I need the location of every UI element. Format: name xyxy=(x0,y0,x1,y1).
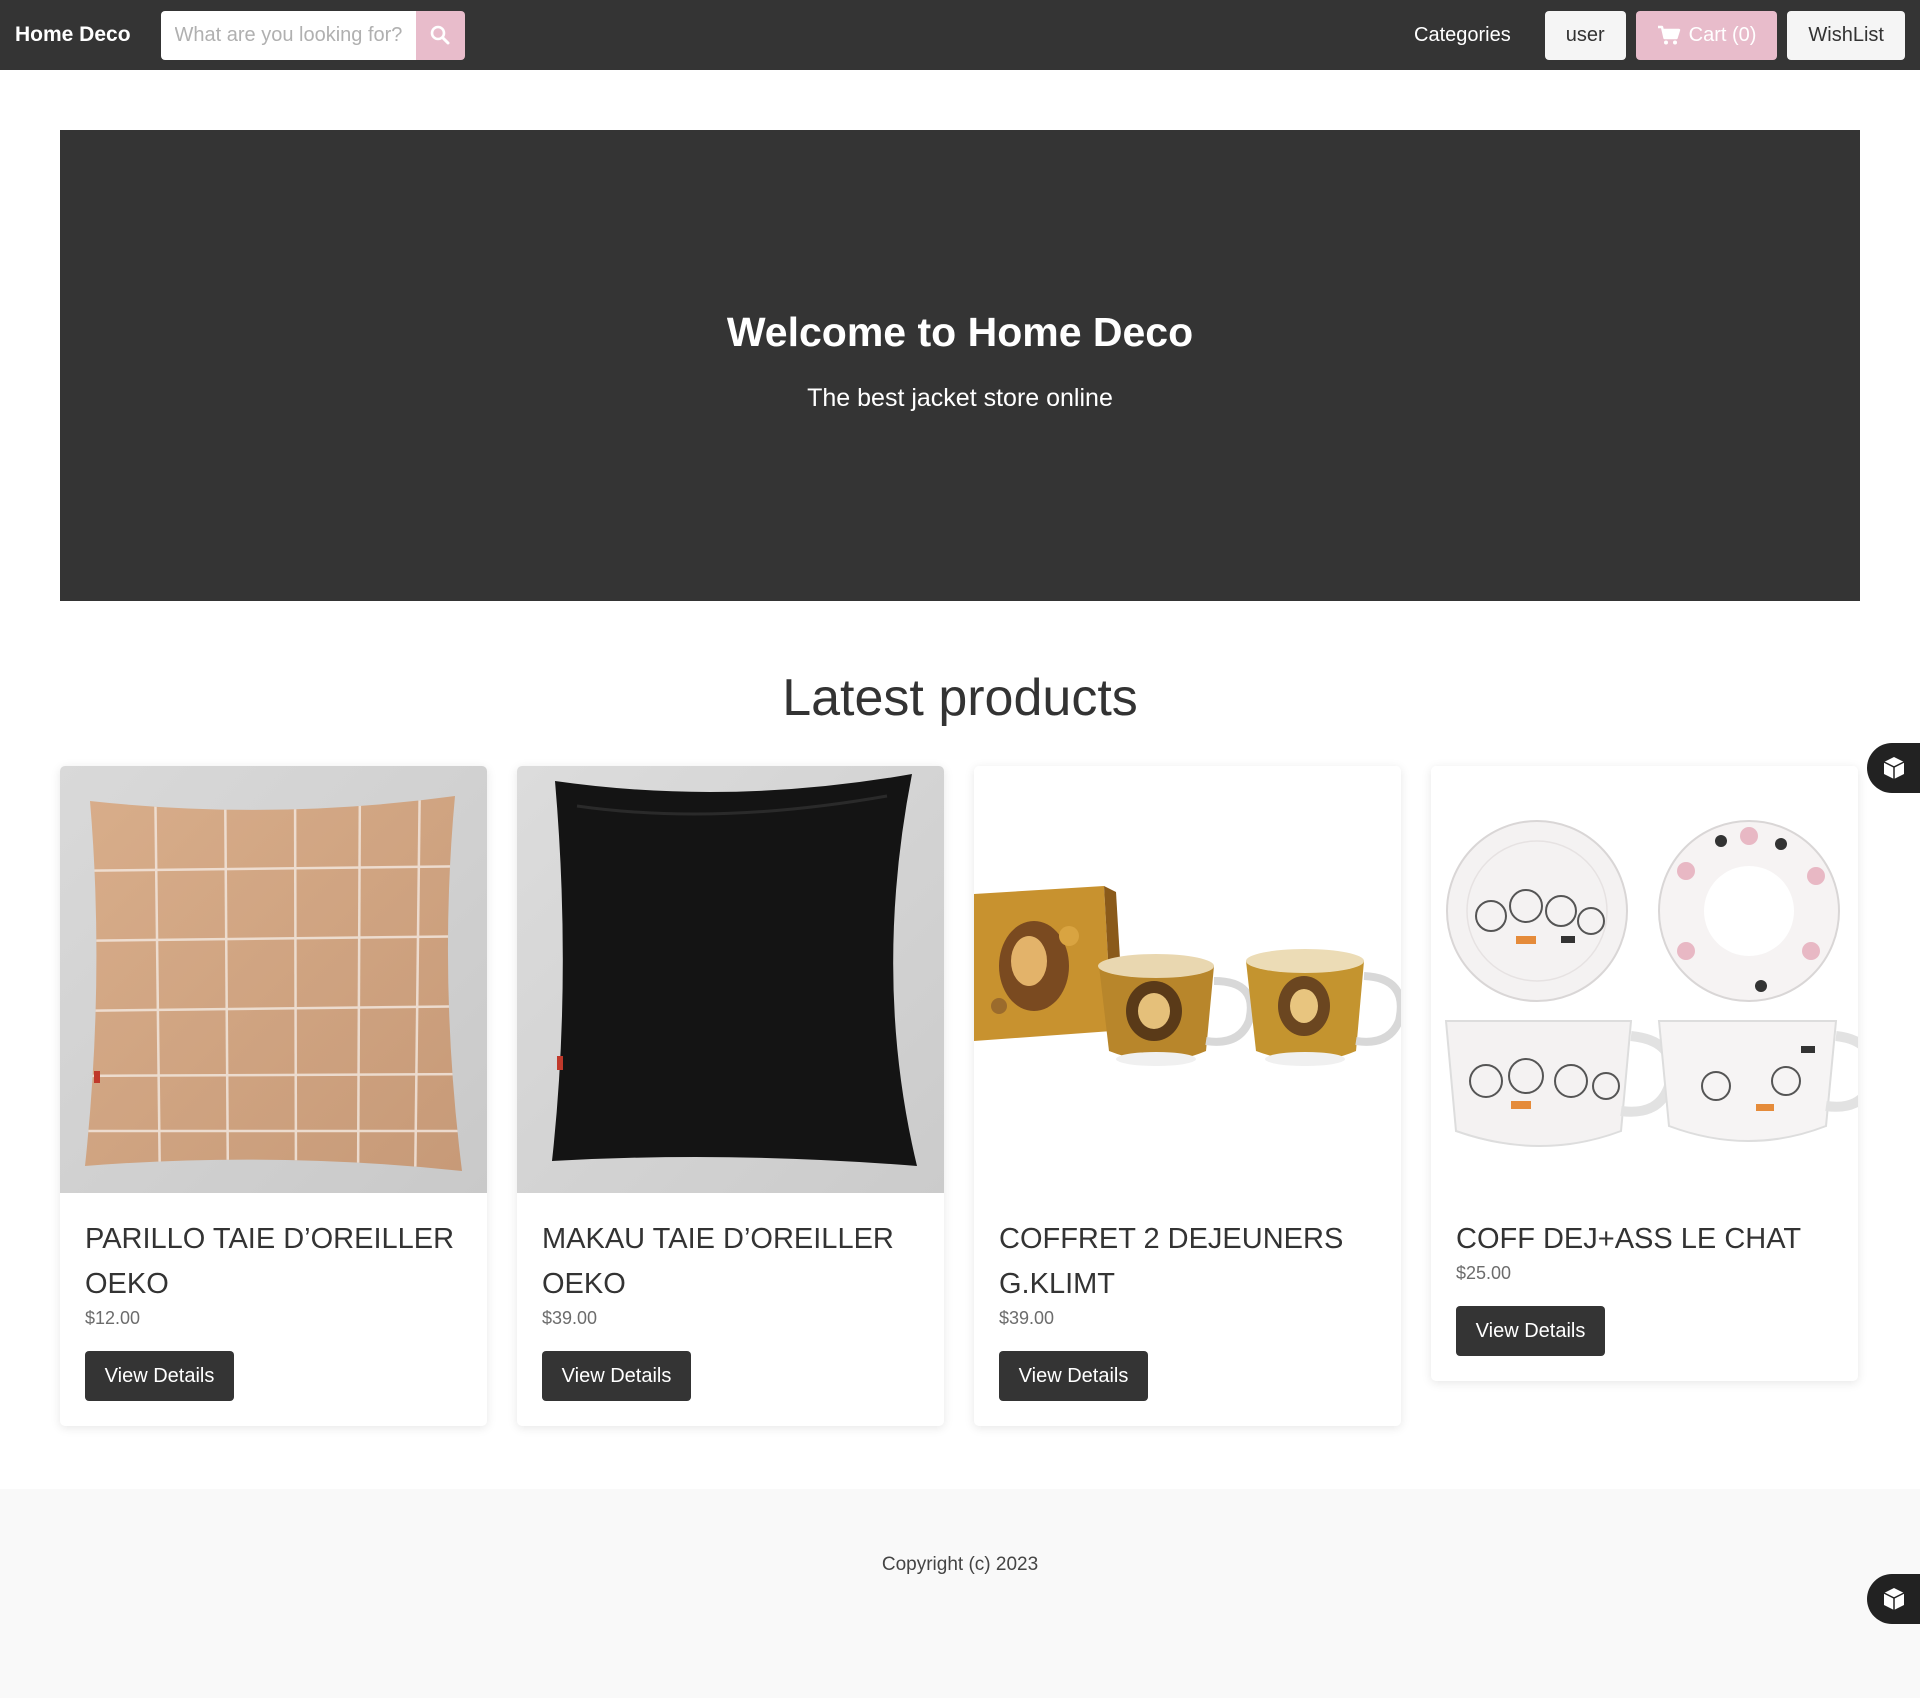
cart-button[interactable]: Cart (0) xyxy=(1635,10,1778,60)
search-icon xyxy=(430,25,450,45)
wishlist-button-label: WishList xyxy=(1808,23,1884,46)
product-price: $39.00 xyxy=(999,1308,1055,1328)
product-price: $39.00 xyxy=(542,1308,598,1328)
view-details-button[interactable]: View Details xyxy=(999,1351,1148,1401)
side-widget-top[interactable] xyxy=(1867,743,1920,793)
product-card: COFFRET 2 DEJEUNERS G.KLIMT $39.00 View … xyxy=(974,766,1401,1426)
view-details-button[interactable]: View Details xyxy=(1456,1306,1605,1356)
product-price: $25.00 xyxy=(1456,1263,1512,1283)
hero-title: Welcome to Home Deco xyxy=(726,308,1194,355)
cube-icon xyxy=(1883,757,1904,779)
product-title[interactable]: COFF DEJ+ASS LE CHAT xyxy=(1456,1217,1833,1262)
cart-icon xyxy=(1657,25,1680,44)
hero-subtitle: The best jacket store online xyxy=(807,383,1113,412)
view-details-button[interactable]: View Details xyxy=(542,1351,691,1401)
search-form xyxy=(160,10,465,60)
cube-icon xyxy=(1883,1588,1904,1610)
product-title[interactable]: PARILLO TAIE D’OREILLER OEKO xyxy=(85,1217,462,1307)
product-title[interactable]: COFFRET 2 DEJEUNERS G.KLIMT xyxy=(999,1217,1376,1307)
product-grid: PARILLO TAIE D’OREILLER OEKO $12.00 View… xyxy=(60,766,1860,1426)
copyright-text: Copyright (c) 2023 xyxy=(881,1554,1039,1575)
product-card-body: PARILLO TAIE D’OREILLER OEKO $12.00 View… xyxy=(60,1193,487,1426)
product-card-body: COFF DEJ+ASS LE CHAT $25.00 View Details xyxy=(1431,1193,1858,1381)
product-card-body: COFFRET 2 DEJEUNERS G.KLIMT $39.00 View … xyxy=(974,1193,1401,1426)
product-image-beige-pillow[interactable] xyxy=(60,766,487,1193)
product-card: MAKAU TAIE D’OREILLER OEKO $39.00 View D… xyxy=(517,766,944,1426)
user-button[interactable]: user xyxy=(1544,10,1626,60)
product-image-black-pillow[interactable] xyxy=(517,766,944,1193)
view-details-button[interactable]: View Details xyxy=(85,1351,234,1401)
product-card-body: MAKAU TAIE D’OREILLER OEKO $39.00 View D… xyxy=(517,1193,944,1426)
search-input[interactable] xyxy=(160,10,416,60)
site-footer: Copyright (c) 2023 xyxy=(0,1489,1920,1698)
product-title[interactable]: MAKAU TAIE D’OREILLER OEKO xyxy=(542,1217,919,1307)
user-button-label: user xyxy=(1565,23,1605,46)
product-price: $12.00 xyxy=(85,1308,141,1328)
brand-logo[interactable]: Home Deco xyxy=(15,23,131,47)
top-navbar: Home Deco Categories user Cart (0) WishL… xyxy=(0,0,1920,70)
hero-banner: Welcome to Home Deco The best jacket sto… xyxy=(60,130,1860,601)
search-button[interactable] xyxy=(415,10,465,60)
product-card: PARILLO TAIE D’OREILLER OEKO $12.00 View… xyxy=(60,766,487,1426)
latest-products-heading: Latest products xyxy=(782,669,1138,727)
product-card: COFF DEJ+ASS LE CHAT $25.00 View Details xyxy=(1431,766,1858,1381)
cart-button-label: Cart (0) xyxy=(1688,23,1757,46)
wishlist-button[interactable]: WishList xyxy=(1787,10,1905,60)
categories-link[interactable]: Categories xyxy=(1414,24,1511,47)
product-image-klimt-mugs[interactable] xyxy=(974,766,1401,1193)
product-image-cat-dishes[interactable] xyxy=(1431,766,1858,1193)
side-widget-bottom[interactable] xyxy=(1867,1574,1920,1624)
nav-actions: Categories user Cart (0) WishList xyxy=(1414,10,1905,60)
